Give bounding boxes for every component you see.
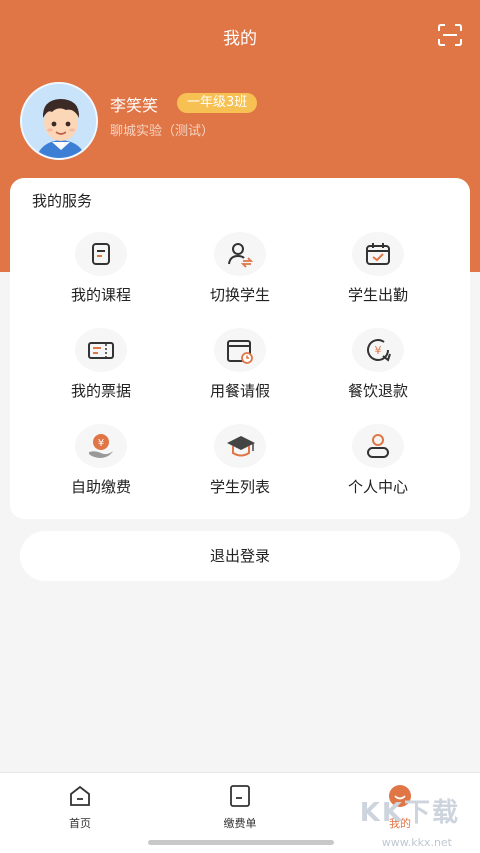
course-icon — [75, 232, 127, 276]
receipt-icon — [75, 328, 127, 372]
tab-home[interactable]: 首页 — [40, 785, 120, 831]
student-list-icon — [214, 424, 266, 468]
watermark-url: www.kkx.net — [381, 836, 452, 849]
avatar[interactable] — [20, 82, 98, 160]
home-indicator — [148, 840, 334, 845]
page-title: 我的 — [223, 29, 257, 49]
grade-badge: 一年级3班 — [177, 93, 258, 113]
service-self-payment[interactable]: ¥ 自助缴费 — [31, 424, 171, 497]
service-switch-student[interactable]: 切换学生 — [170, 232, 310, 305]
service-label: 用餐请假 — [209, 382, 270, 400]
service-label: 我的票据 — [70, 382, 131, 400]
svg-text:¥: ¥ — [375, 344, 382, 357]
meal-leave-icon — [214, 328, 266, 372]
school-name: 聊城实验（测试） — [110, 124, 215, 139]
user-name: 李笑笑 — [110, 96, 159, 115]
watermark-logo: KK下载 — [359, 798, 460, 828]
service-meal-leave[interactable]: 用餐请假 — [170, 328, 310, 401]
service-personal-center[interactable]: 个人中心 — [308, 424, 448, 497]
logout-button[interactable]: 退出登录 — [20, 531, 460, 581]
scan-icon — [438, 24, 462, 46]
tab-label: 首页 — [69, 817, 91, 830]
service-label: 个人中心 — [347, 478, 408, 496]
service-meal-refund[interactable]: ¥ 餐饮退款 — [308, 328, 448, 401]
service-label: 自助缴费 — [70, 478, 131, 496]
bill-icon — [230, 785, 250, 807]
service-student-list[interactable]: 学生列表 — [170, 424, 310, 497]
svg-text:¥: ¥ — [98, 438, 104, 449]
services-title: 我的服务 — [32, 192, 93, 210]
service-label: 学生列表 — [209, 478, 270, 496]
scan-button[interactable] — [438, 24, 462, 46]
personal-center-icon — [352, 424, 404, 468]
service-label: 我的课程 — [70, 286, 131, 304]
self-payment-icon: ¥ — [75, 424, 127, 468]
refund-icon: ¥ — [352, 328, 404, 372]
switch-student-icon — [214, 232, 266, 276]
service-label: 学生出勤 — [347, 286, 408, 304]
tab-bills[interactable]: 缴费单 — [200, 785, 280, 831]
service-my-receipts[interactable]: 我的票据 — [31, 328, 171, 401]
services-card: 我的服务 我的课程 切换学生 学生出勤 我的票据 用餐请假 ¥ 餐饮退款 ¥ 自… — [10, 178, 470, 519]
attendance-icon — [352, 232, 404, 276]
service-label: 切换学生 — [209, 286, 270, 304]
service-attendance[interactable]: 学生出勤 — [308, 232, 448, 305]
home-icon — [70, 785, 90, 806]
service-label: 餐饮退款 — [347, 382, 408, 400]
service-my-courses[interactable]: 我的课程 — [31, 232, 171, 305]
tab-label: 缴费单 — [223, 817, 257, 830]
